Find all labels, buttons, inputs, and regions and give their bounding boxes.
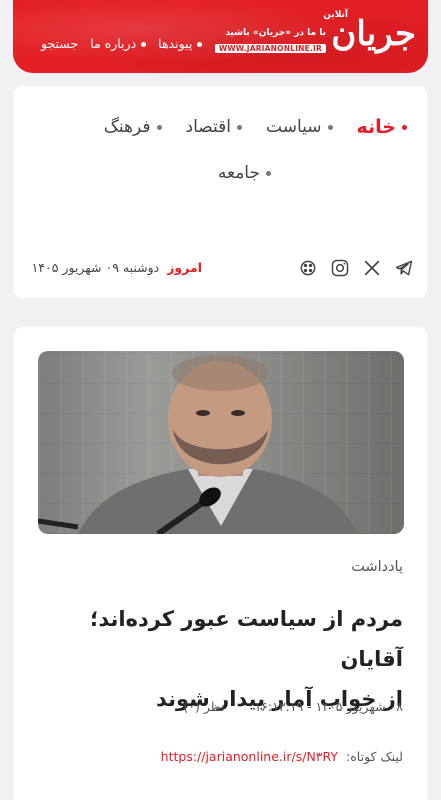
logo-url: WWW.JARIANONLINE.IR bbox=[214, 44, 326, 53]
instagram-icon[interactable] bbox=[329, 257, 351, 279]
nav-card: خانه سیاست اقتصاد فرهنگ جامعه امروز دوشن… bbox=[14, 86, 427, 298]
article-card: یادداشت مردم از سیاست عبور کرده‌اند؛ آقا… bbox=[14, 327, 427, 800]
bullet-icon bbox=[141, 42, 147, 47]
nav-links-link[interactable]: پیوندها bbox=[158, 36, 203, 51]
bullet-icon bbox=[266, 170, 271, 176]
menu-item-economy[interactable]: اقتصاد bbox=[186, 117, 243, 137]
short-link: لینک کوتاه: https://jarianonline.ir/s/N۳… bbox=[161, 749, 403, 764]
short-link-label: لینک کوتاه: bbox=[346, 749, 403, 764]
article-category[interactable]: یادداشت bbox=[351, 559, 403, 575]
bullet-icon bbox=[197, 42, 203, 47]
menu-item-society[interactable]: جامعه bbox=[218, 163, 271, 183]
article-meta: ۰۸ شهریور ۱۴۰۵ - ۱۶:۱۳:۱۹ نظر (۰) bbox=[183, 699, 403, 714]
date-text: دوشنبه ۰۹ شهریور ۱۴۰۵ bbox=[31, 260, 160, 275]
date-line: امروز دوشنبه ۰۹ شهریور ۱۴۰۵ bbox=[32, 260, 202, 275]
header-nav: جستجو درباره ما پیوندها bbox=[41, 36, 203, 51]
nav-search-link[interactable]: جستجو bbox=[41, 36, 78, 51]
short-link-url[interactable]: https://jarianonline.ir/s/N۳RY bbox=[161, 749, 338, 764]
main-menu: خانه سیاست اقتصاد فرهنگ جامعه bbox=[37, 104, 407, 196]
article-photo[interactable] bbox=[38, 351, 404, 534]
bullet-icon bbox=[156, 124, 162, 130]
logo-tagline: با ما در «جریان» باشید bbox=[225, 28, 326, 38]
bullet-icon bbox=[237, 124, 243, 130]
article-datetime: ۰۸ شهریور ۱۴۰۵ - ۱۶:۱۳:۱۹ bbox=[254, 699, 403, 714]
bullet-icon bbox=[402, 124, 407, 130]
menu-item-home[interactable]: خانه bbox=[357, 116, 407, 138]
headline-line-1: مردم از سیاست عبور کرده‌اند؛ آقایان bbox=[90, 607, 403, 671]
telegram-icon[interactable] bbox=[393, 257, 415, 279]
logo-text: جریان bbox=[331, 14, 418, 54]
menu-item-politics[interactable]: سیاست bbox=[266, 117, 333, 137]
aparat-icon[interactable] bbox=[297, 257, 319, 279]
today-label: امروز bbox=[167, 260, 202, 275]
logo-superscript: آنلاین bbox=[323, 10, 348, 20]
bullet-icon bbox=[327, 124, 333, 130]
comments-count[interactable]: نظر (۰) bbox=[183, 699, 224, 714]
site-logo[interactable]: جریان آنلاین با ما در «جریان» باشید WWW.… bbox=[214, 10, 418, 60]
nav-about-link[interactable]: درباره ما bbox=[90, 36, 147, 51]
header-banner: جستجو درباره ما پیوندها جریان آنلاین با … bbox=[13, 0, 428, 73]
social-icons bbox=[297, 257, 415, 279]
menu-item-culture[interactable]: فرهنگ bbox=[104, 117, 162, 137]
x-icon[interactable] bbox=[361, 257, 383, 279]
